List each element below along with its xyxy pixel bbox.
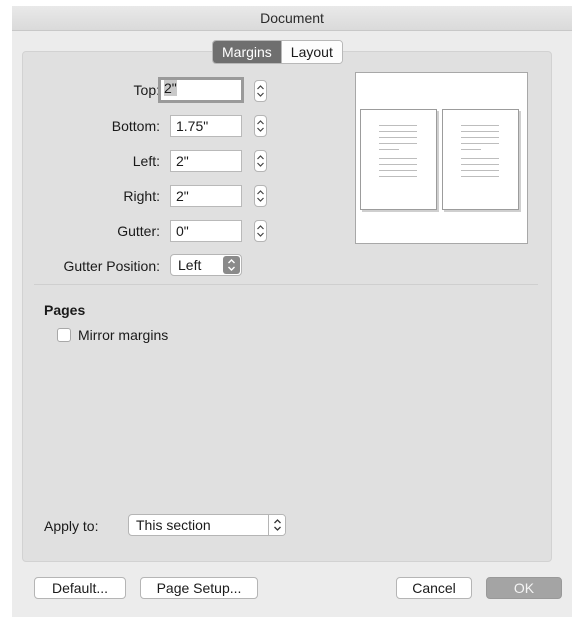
top-margin-value: 2" xyxy=(164,80,177,96)
tab-bar: Margins Layout xyxy=(212,40,343,64)
gutter-position-popup[interactable]: Left xyxy=(170,254,242,276)
left-margin-stepper[interactable] xyxy=(254,150,267,172)
gutter-label: Gutter: xyxy=(117,223,160,239)
preview-left-page xyxy=(360,109,437,210)
gutter-position-value: Left xyxy=(178,257,202,273)
apply-to-label: Apply to: xyxy=(44,518,99,534)
left-margin-field[interactable]: 2" xyxy=(170,150,242,172)
page-setup-button[interactable]: Page Setup... xyxy=(140,577,258,599)
top-margin-field[interactable]: 2" xyxy=(158,77,244,103)
right-margin-field[interactable]: 2" xyxy=(170,185,242,207)
bottom-margin-field[interactable]: 1.75" xyxy=(170,115,242,137)
stepper-arrows-icon xyxy=(257,85,264,97)
window-title: Document xyxy=(12,6,572,31)
bottom-margin-stepper[interactable] xyxy=(254,115,267,137)
top-label: Top: xyxy=(133,82,160,98)
gutter-field[interactable]: 0" xyxy=(170,220,242,242)
mirror-margins-label[interactable]: Mirror margins xyxy=(78,327,168,343)
popup-chevrons-icon xyxy=(223,256,240,274)
cancel-button[interactable]: Cancel xyxy=(396,577,472,599)
margin-preview xyxy=(355,72,528,244)
stepper-arrows-icon xyxy=(257,120,264,132)
top-margin-stepper[interactable] xyxy=(254,80,267,102)
gutter-position-label: Gutter Position: xyxy=(63,258,161,274)
gutter-stepper[interactable] xyxy=(254,220,267,242)
apply-to-popup[interactable]: This section xyxy=(128,514,286,536)
tab-margins[interactable]: Margins xyxy=(213,41,281,63)
stepper-arrows-icon xyxy=(257,225,264,237)
right-label: Right: xyxy=(123,188,160,204)
left-label: Left: xyxy=(132,153,160,169)
popup-chevrons-icon xyxy=(268,515,285,535)
section-divider xyxy=(34,284,538,285)
stepper-arrows-icon xyxy=(257,190,264,202)
preview-right-page xyxy=(442,109,519,210)
ok-button[interactable]: OK xyxy=(486,577,562,599)
tab-layout[interactable]: Layout xyxy=(280,41,342,63)
stepper-arrows-icon xyxy=(257,155,264,167)
right-margin-stepper[interactable] xyxy=(254,185,267,207)
mirror-margins-checkbox[interactable] xyxy=(57,328,71,342)
bottom-label: Bottom: xyxy=(111,118,160,134)
pages-heading: Pages xyxy=(44,302,86,318)
default-button[interactable]: Default... xyxy=(34,577,126,599)
apply-to-value: This section xyxy=(136,517,211,533)
